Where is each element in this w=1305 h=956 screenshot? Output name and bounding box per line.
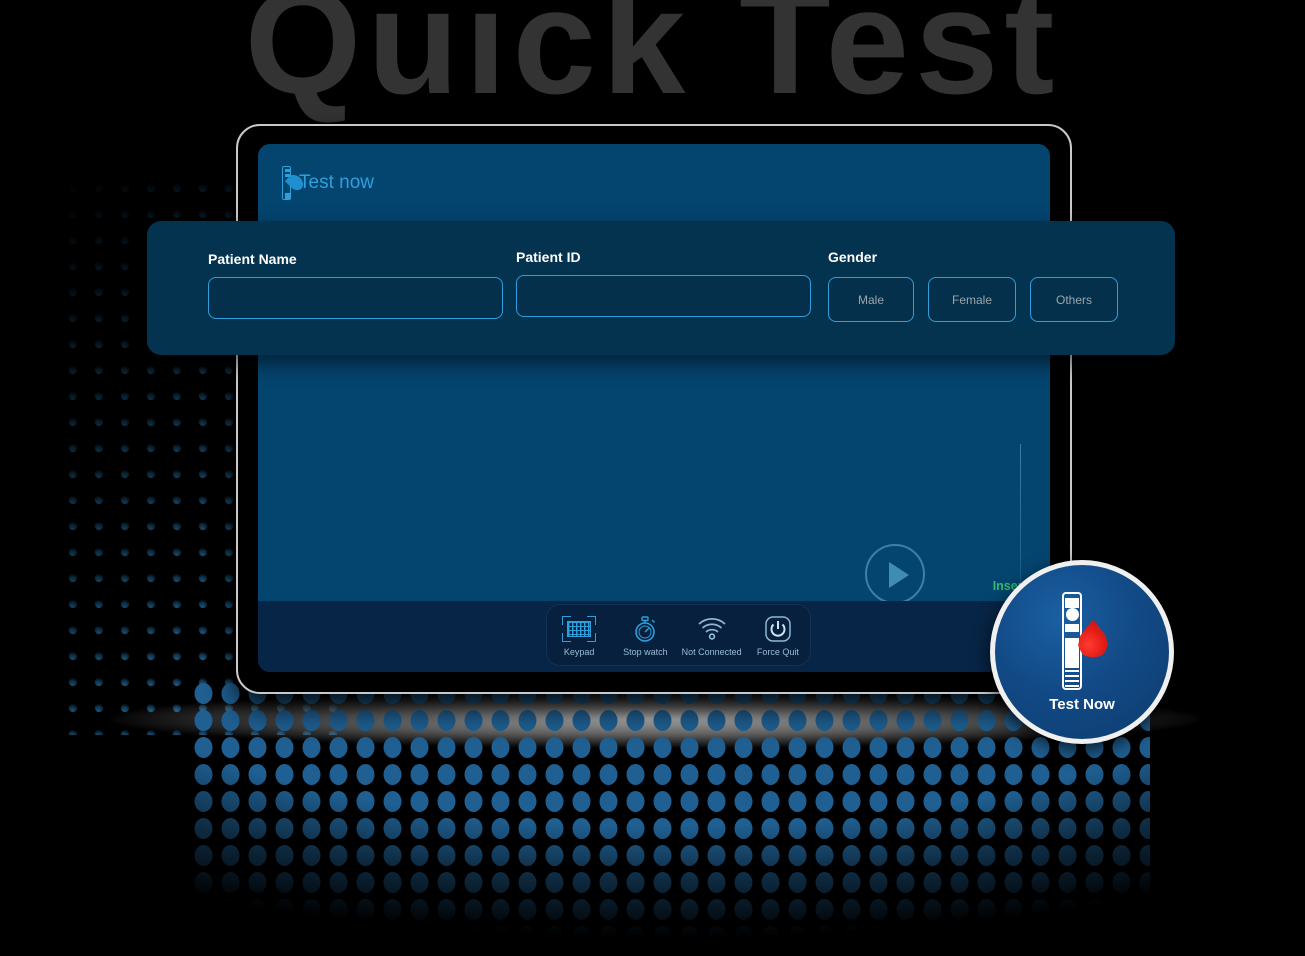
patient-form-panel: Patient Name Patient ID Gender Male Fema… [147,221,1175,355]
screen-bottom-bar: Keypad Stop watch Not Connected Force Qu… [258,601,1050,672]
toolbar-item-connection[interactable]: Not Connected [682,614,742,657]
patient-id-field-group: Patient ID [516,249,811,317]
screen-header: Test now [258,144,1050,216]
page-root: Quick Test Test now Keypad Stop watch No… [0,0,1305,956]
patient-id-label: Patient ID [516,249,581,265]
gender-label: Gender [828,249,878,265]
toolbar-label-force-quit: Force Quit [756,646,799,657]
toolbar-item-stopwatch[interactable]: Stop watch [615,614,675,657]
test-now-header-label: Test now [299,172,374,193]
test-now-badge[interactable]: Test Now [990,560,1174,744]
page-title: Quick Test [244,0,1061,125]
test-now-header: Test now [282,166,374,200]
patient-name-label: Patient Name [208,251,297,267]
toolbar-label-keypad: Keypad [563,646,595,657]
keyboard-icon [549,614,609,644]
play-icon [865,544,925,604]
patient-name-input[interactable] [208,277,503,319]
gender-option-female[interactable]: Female [928,277,1016,322]
cartridge-blood-drop-icon [1054,591,1110,692]
toolbar-item-force-quit[interactable]: Force Quit [748,614,808,657]
wifi-icon [682,614,742,644]
badge-blood-drop-icon [1078,619,1108,658]
screen-toolbar: Keypad Stop watch Not Connected Force Qu… [546,604,811,666]
toolbar-item-keypad[interactable]: Keypad [549,614,609,657]
badge-lines-icon [1065,669,1079,690]
stopwatch-icon [615,614,675,644]
toolbar-label-connection: Not Connected [681,646,742,657]
toolbar-label-stopwatch: Stop watch [623,646,668,657]
patient-name-field-group: Patient Name [208,251,503,319]
gender-option-male[interactable]: Male [828,277,914,322]
test-now-badge-label: Test Now [1049,695,1115,713]
badge-well-icon [1066,607,1079,621]
cartridge-drop-icon [282,166,307,200]
gender-field-group: Gender Male Female Others [828,249,1118,322]
gender-options: Male Female Others [828,277,1118,322]
patient-id-input[interactable] [516,275,811,317]
power-icon [748,614,808,644]
gender-option-others[interactable]: Others [1030,277,1118,322]
